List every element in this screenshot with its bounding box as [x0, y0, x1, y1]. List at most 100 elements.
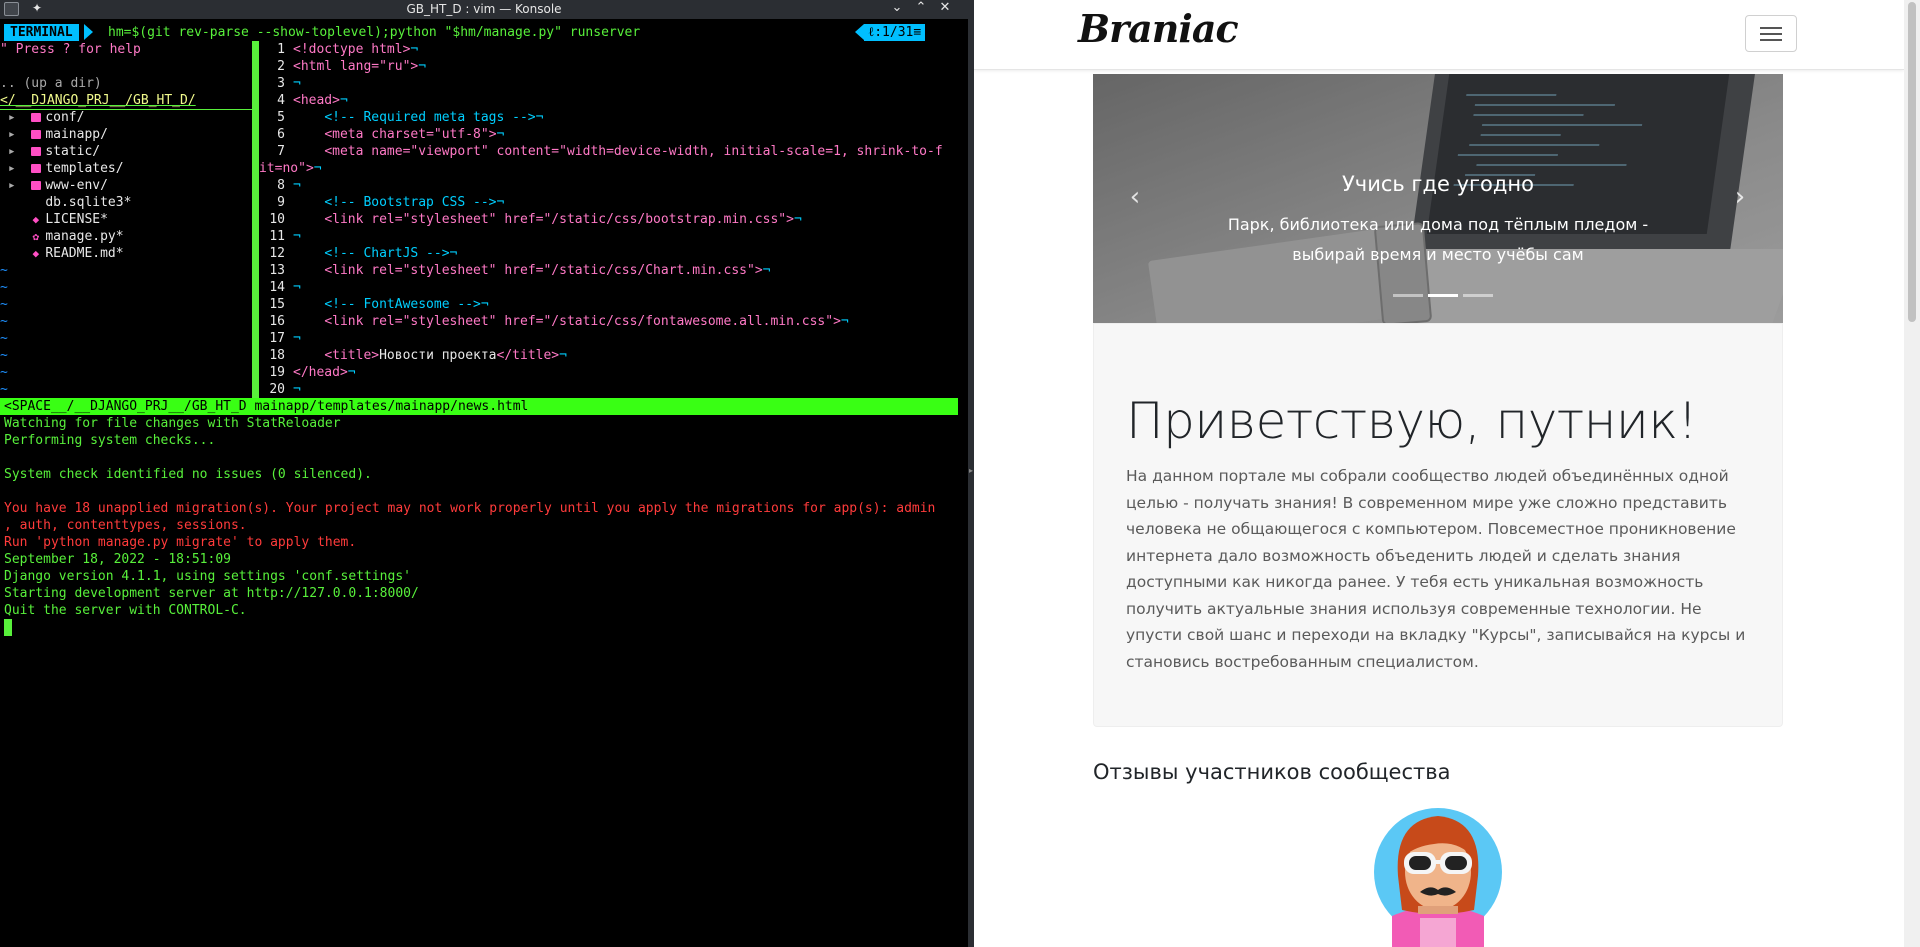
- line-number: 9: [277, 195, 285, 210]
- brand-logo[interactable]: Braniac: [1078, 6, 1239, 51]
- nerdtree-entry[interactable]: ◆ README.md*: [0, 245, 124, 262]
- code-token: rel=: [371, 314, 403, 329]
- carousel-indicator[interactable]: [1463, 294, 1493, 297]
- line-number: 10: [269, 212, 285, 227]
- divider-grip-icon[interactable]: ▸: [969, 466, 973, 475]
- code-token: <meta: [324, 144, 372, 159]
- code-token: ¬: [496, 127, 505, 142]
- code-line: 6 <meta charset="utf-8">¬: [259, 126, 504, 143]
- position-separator-icon: [855, 24, 864, 40]
- minimize-icon[interactable]: ⌄: [888, 0, 906, 15]
- code-line: 11 ¬: [259, 228, 300, 245]
- nerdtree-entry[interactable]: ▸ static/: [0, 143, 100, 160]
- code-token: "/static/css/bootstrap.min.css": [543, 212, 787, 227]
- expand-arrow-icon[interactable]: ▸: [0, 178, 31, 193]
- nerdtree-entry-name: static/: [45, 144, 101, 159]
- expand-arrow-icon[interactable]: ▸: [0, 127, 31, 142]
- code-token: rel=: [371, 212, 403, 227]
- code-token: >: [305, 161, 314, 176]
- terminal-command: hm=$(git rev-parse --show-toplevel);pyth…: [108, 25, 641, 40]
- nerdtree-entry[interactable]: ▸ templates/: [0, 160, 124, 177]
- vim-editor[interactable]: 1 <!doctype html>¬ 2 <html lang="ru">¬ 3 ¬ 4 <h…: [259, 41, 968, 415]
- code-token: <!-- Bootstrap CSS -->: [324, 195, 497, 210]
- code-token: "/static/css/Chart.min.css": [543, 263, 755, 278]
- navbar: Braniac: [974, 0, 1904, 70]
- nerdtree-cwd[interactable]: </__DJANGO_PRJ__/GB_HT_D/: [0, 92, 196, 109]
- line-number: 3: [277, 76, 285, 91]
- carousel-caption-text: Парк, библиотека или дома под тёплым пле…: [1227, 215, 1649, 264]
- nerdtree-panel[interactable]: " Press ? for help .. (up a dir) </__DJA…: [0, 41, 252, 415]
- window-titlebar[interactable]: ✦ GB_HT_D : vim — Konsole ⌄ ⌃ ✕: [0, 0, 968, 19]
- navbar-toggler-button[interactable]: [1745, 15, 1797, 52]
- nerdtree-entry-name: LICENSE*: [45, 212, 108, 227]
- code-token: ¬: [480, 297, 489, 312]
- code-token: ¬: [496, 195, 505, 210]
- carousel-indicator[interactable]: [1428, 294, 1458, 297]
- hamburger-icon: [1760, 39, 1782, 41]
- code-line: 2 <html lang="ru">¬: [259, 58, 426, 75]
- line-number: 16: [269, 314, 285, 329]
- server-output-line: System check identified no issues (0 sil…: [4, 467, 372, 482]
- file-icon: ✿: [32, 230, 40, 243]
- code-token: ¬: [293, 178, 301, 193]
- carousel-indicator[interactable]: [1393, 294, 1423, 297]
- carousel: ‹ › Учись где угодно Парк, библиотека ил…: [1093, 74, 1783, 323]
- code-token: ¬: [449, 246, 458, 261]
- code-line: 5 <!-- Required meta tags -->¬: [259, 109, 543, 126]
- code-token: ¬: [293, 280, 301, 295]
- nerdtree-entry[interactable]: db.sqlite3*: [0, 194, 131, 211]
- terminal-area[interactable]: TERMINAL hm=$(git rev-parse --show-tople…: [0, 24, 968, 947]
- jumbotron: Приветствую, путник! На данном портале м…: [1093, 323, 1783, 727]
- maximize-icon[interactable]: ⌃: [912, 0, 930, 15]
- vertical-split-bar[interactable]: [252, 41, 259, 415]
- code-token: <meta: [324, 127, 372, 142]
- expand-arrow-icon[interactable]: ▸: [0, 144, 31, 159]
- vim-statusline: <SPACE__/__DJANGO_PRJ__/GB_HT_D mainapp/…: [0, 398, 958, 415]
- line-number: 5: [277, 110, 285, 125]
- code-line: 14 ¬: [259, 279, 301, 296]
- page-scrollbar[interactable]: [1904, 0, 1920, 947]
- nerdtree-entry[interactable]: ▸ conf/: [0, 109, 85, 126]
- nerdtree-entry-name: README.md*: [45, 246, 124, 261]
- line-number: 1: [277, 42, 285, 57]
- code-token: ¬: [535, 110, 544, 125]
- nerdtree-entry-name: db.sqlite3*: [45, 195, 132, 210]
- code-line: 9 <!-- Bootstrap CSS -->¬: [259, 194, 504, 211]
- code-token: Новости проекта: [379, 348, 497, 363]
- code-token: ¬: [762, 263, 771, 278]
- reviews-heading: Отзывы участников сообщества: [1093, 760, 1451, 784]
- line-number: 8: [277, 178, 285, 193]
- code-line: it=no">¬: [259, 160, 322, 177]
- folder-icon: [31, 181, 42, 190]
- nerdtree-entry[interactable]: ▸ mainapp/: [0, 126, 108, 143]
- code-token: "utf-8": [433, 127, 489, 142]
- empty-line-marker: ~: [0, 382, 8, 397]
- empty-line-marker: ~: [0, 314, 8, 329]
- server-output-line: Django version 4.1.1, using settings 'co…: [4, 569, 411, 584]
- nerdtree-entry[interactable]: ◆ LICENSE*: [0, 211, 108, 228]
- code-token: href=: [504, 263, 544, 278]
- code-token: href=: [504, 314, 544, 329]
- page-scrollbar-thumb[interactable]: [1908, 2, 1916, 322]
- code-token: ¬: [840, 314, 849, 329]
- empty-line-marker: ~: [0, 263, 8, 278]
- jumbotron-text: На данном портале мы собрали сообщество …: [1126, 467, 1746, 671]
- code-line: 17 ¬: [259, 330, 300, 347]
- close-icon[interactable]: ✕: [936, 0, 954, 15]
- code-token: <html: [293, 59, 340, 74]
- expand-arrow-icon[interactable]: ▸: [0, 110, 31, 125]
- server-output-line: , auth, contenttypes, sessions.: [4, 518, 247, 533]
- carousel-caption-title: Учись где угодно: [1341, 172, 1534, 196]
- expand-arrow-icon[interactable]: ▸: [0, 161, 31, 176]
- nerdtree-entry[interactable]: ✿ manage.py*: [0, 228, 124, 245]
- reviewer-avatar: [1374, 808, 1502, 947]
- nerdtree-up-dir[interactable]: .. (up a dir): [0, 75, 102, 92]
- line-number: 20: [269, 382, 285, 397]
- nerdtree-entry[interactable]: ▸ www-env/: [0, 177, 108, 194]
